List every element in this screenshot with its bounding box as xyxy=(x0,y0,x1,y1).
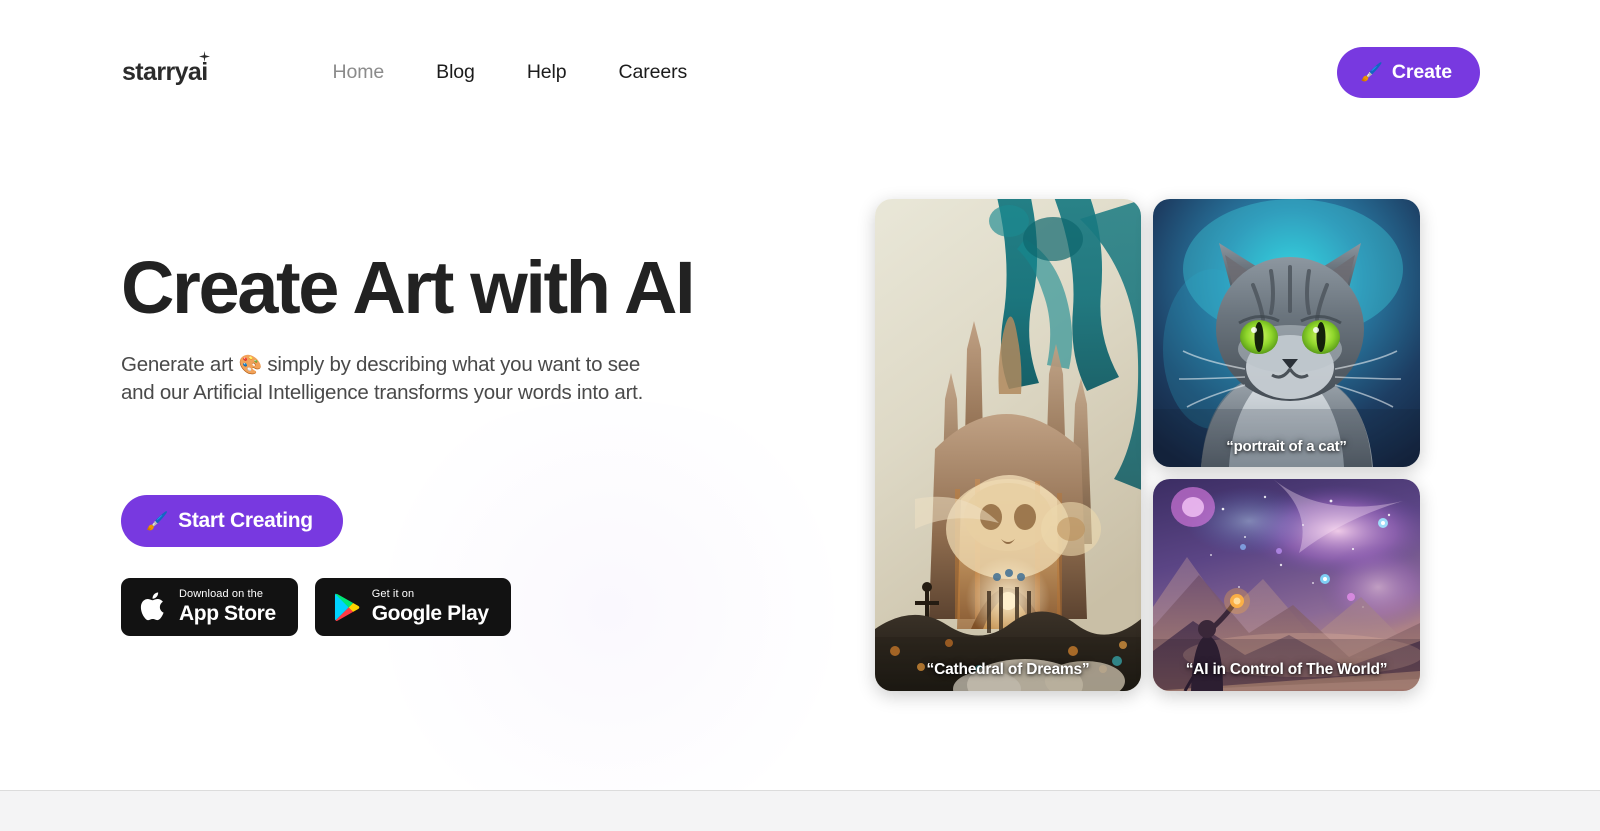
subhead-text-after: simply by describing what you want to se… xyxy=(261,352,641,376)
google-play-badge[interactable]: Get it on Google Play xyxy=(314,577,511,636)
nav-link-careers[interactable]: Careers xyxy=(619,61,688,84)
app-store-badges: Download on the App Store Get it on Goog… xyxy=(121,577,821,636)
nav-links: Home Blog Help Careers xyxy=(333,61,688,84)
nav-link-help[interactable]: Help xyxy=(527,61,567,84)
cat-artwork xyxy=(1153,199,1420,467)
subhead-text-before: Generate art xyxy=(121,352,239,376)
app-store-bottom-line: App Store xyxy=(179,602,276,626)
hero-text-column: Create Art with AI Generate art 🎨 simply… xyxy=(121,248,821,636)
cosmos-artwork xyxy=(1153,479,1420,691)
brand-logo[interactable]: starryai xyxy=(122,50,210,86)
starryai-landing-page: starryai Home Blog Help Careers 🖌️ Creat… xyxy=(0,0,1600,831)
hero-gallery: “Cathedral of Dreams” “portrait of a cat… xyxy=(875,199,1420,691)
google-play-top-line: Get it on xyxy=(371,588,415,601)
create-button-label: Create xyxy=(1391,60,1452,83)
page-title: Create Art with AI xyxy=(121,246,696,329)
top-navigation-bar: starryai Home Blog Help Careers 🖌️ Creat… xyxy=(0,0,1600,155)
google-play-badge-text: Get it on Google Play xyxy=(371,588,489,626)
sparkle-icon xyxy=(198,50,210,62)
subhead-line-two: and our Artificial Intelligence transfor… xyxy=(121,380,644,404)
cathedral-artwork xyxy=(875,199,1141,691)
palette-icon: 🎨 xyxy=(238,354,263,376)
page-bottom-strip xyxy=(0,790,1600,831)
gallery-right-column: “portrait of a cat” “AI in Control of Th… xyxy=(1153,199,1420,691)
paintbrush-icon: 🖌️ xyxy=(1360,62,1383,82)
start-creating-label: Start Creating xyxy=(178,508,313,532)
apple-logo-icon xyxy=(140,592,164,621)
nav-link-blog[interactable]: Blog xyxy=(436,61,475,84)
start-creating-button[interactable]: 🖌️ Start Creating xyxy=(121,494,343,547)
brand-logo-text: starryai xyxy=(122,57,208,86)
google-play-icon xyxy=(334,593,360,621)
app-store-top-line: Download on the xyxy=(179,588,264,601)
gallery-card-cathedral[interactable]: “Cathedral of Dreams” xyxy=(875,199,1141,691)
gallery-card-cosmos[interactable]: “AI in Control of The World” xyxy=(1153,479,1420,691)
nav-link-home[interactable]: Home xyxy=(333,61,385,84)
google-play-bottom-line: Google Play xyxy=(371,602,489,626)
app-store-badge-text: Download on the App Store xyxy=(179,588,276,626)
hero-subheading: Generate art 🎨 simply by describing what… xyxy=(121,351,721,407)
gallery-card-cat[interactable]: “portrait of a cat” xyxy=(1153,199,1420,467)
create-button[interactable]: 🖌️ Create xyxy=(1336,46,1480,98)
app-store-badge[interactable]: Download on the App Store xyxy=(121,577,298,636)
paintbrush-icon: 🖌️ xyxy=(146,510,169,531)
